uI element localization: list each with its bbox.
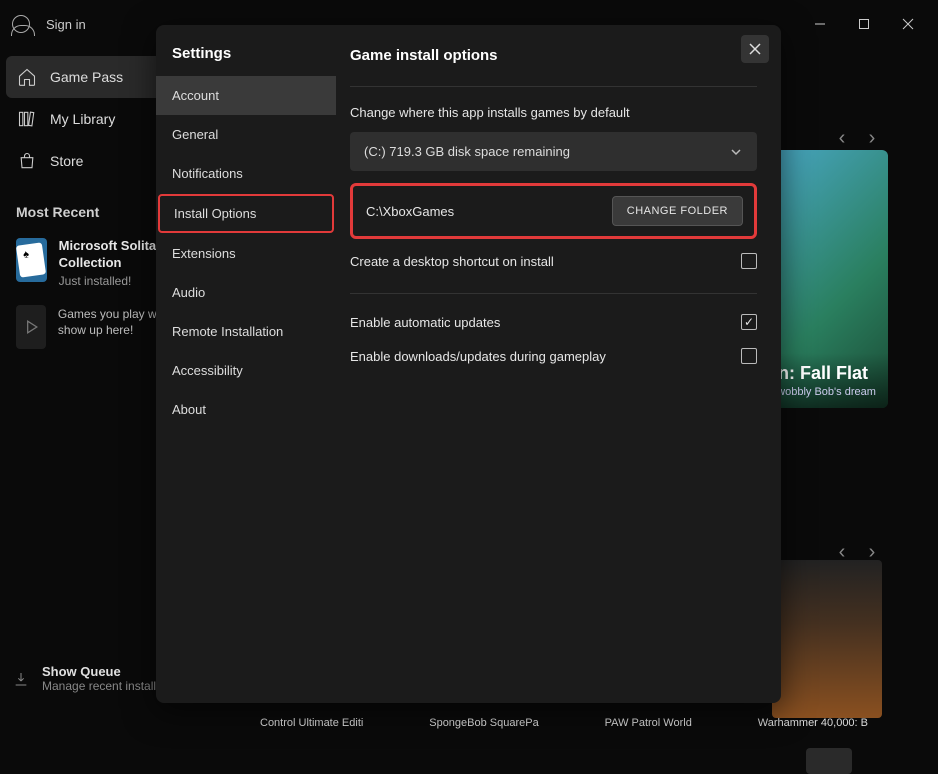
bottom-title[interactable]: Warhammer 40,000: B [758,717,868,729]
shortcut-label: Create a desktop shortcut on install [350,254,554,269]
download-icon [12,670,30,688]
auto-updates-label: Enable automatic updates [350,315,500,330]
store-icon [16,150,38,172]
close-icon [748,42,762,56]
bottom-title[interactable]: PAW Patrol World [605,717,692,729]
modal-title: Settings [156,41,336,76]
carousel-next-button[interactable]: › [862,128,882,148]
game-thumbnail [16,238,47,282]
settings-modal: Settings Account General Notifications I… [156,25,781,703]
drive-selected: (C:) 719.3 GB disk space remaining [364,144,570,159]
sign-in-link[interactable]: Sign in [46,17,86,32]
sidebar-label: Store [50,153,83,169]
bottom-title[interactable]: SpongeBob SquarePa [429,717,538,729]
drive-dropdown[interactable]: (C:) 719.3 GB disk space remaining [350,132,757,171]
home-icon [16,66,38,88]
bottom-title[interactable]: Control Ultimate Editi [260,717,363,729]
hero-title: an: Fall Flat [768,363,878,384]
library-icon [16,108,38,130]
install-folder-row: C:\XboxGames CHANGE FOLDER [350,183,757,239]
panel-title: Game install options [350,47,757,64]
section-divider [350,293,757,294]
settings-panel: Game install options Change where this a… [336,25,781,703]
nav-general[interactable]: General [156,115,336,154]
nav-account[interactable]: Account [156,76,336,115]
carousel-prev-button[interactable]: ‹ [832,128,852,148]
sidebar-label: Game Pass [50,69,123,85]
featured-area: ‹ › an: Fall Flat e wobbly Bob's dream ‹… [758,120,938,408]
close-window-button[interactable] [890,6,926,42]
game-poster[interactable] [772,560,882,718]
nav-install-options[interactable]: Install Options [158,194,334,233]
close-modal-button[interactable] [741,35,769,63]
carousel-prev-button[interactable]: ‹ [832,542,852,562]
auto-updates-checkbox[interactable] [741,314,757,330]
bottom-titles: Control Ultimate Editi SpongeBob SquareP… [260,717,868,729]
hero-chip[interactable] [806,748,852,774]
nav-audio[interactable]: Audio [156,273,336,312]
nav-extensions[interactable]: Extensions [156,234,336,273]
settings-nav: Settings Account General Notifications I… [156,25,336,703]
nav-remote-installation[interactable]: Remote Installation [156,312,336,351]
play-icon [16,305,46,349]
chevron-down-icon [729,145,743,159]
folder-path: C:\XboxGames [366,204,454,219]
user-icon [12,15,30,33]
sidebar-label: My Library [50,111,115,127]
gameplay-downloads-label: Enable downloads/updates during gameplay [350,349,606,364]
install-location-label: Change where this app installs games by … [350,105,757,120]
shortcut-checkbox[interactable] [741,253,757,269]
nav-accessibility[interactable]: Accessibility [156,351,336,390]
carousel-next-button[interactable]: › [862,542,882,562]
minimize-button[interactable] [802,6,838,42]
nav-about[interactable]: About [156,390,336,429]
change-folder-button[interactable]: CHANGE FOLDER [612,196,743,226]
gameplay-downloads-checkbox[interactable] [741,348,757,364]
maximize-button[interactable] [846,6,882,42]
hero-subtitle: e wobbly Bob's dream [768,386,878,398]
nav-notifications[interactable]: Notifications [156,154,336,193]
